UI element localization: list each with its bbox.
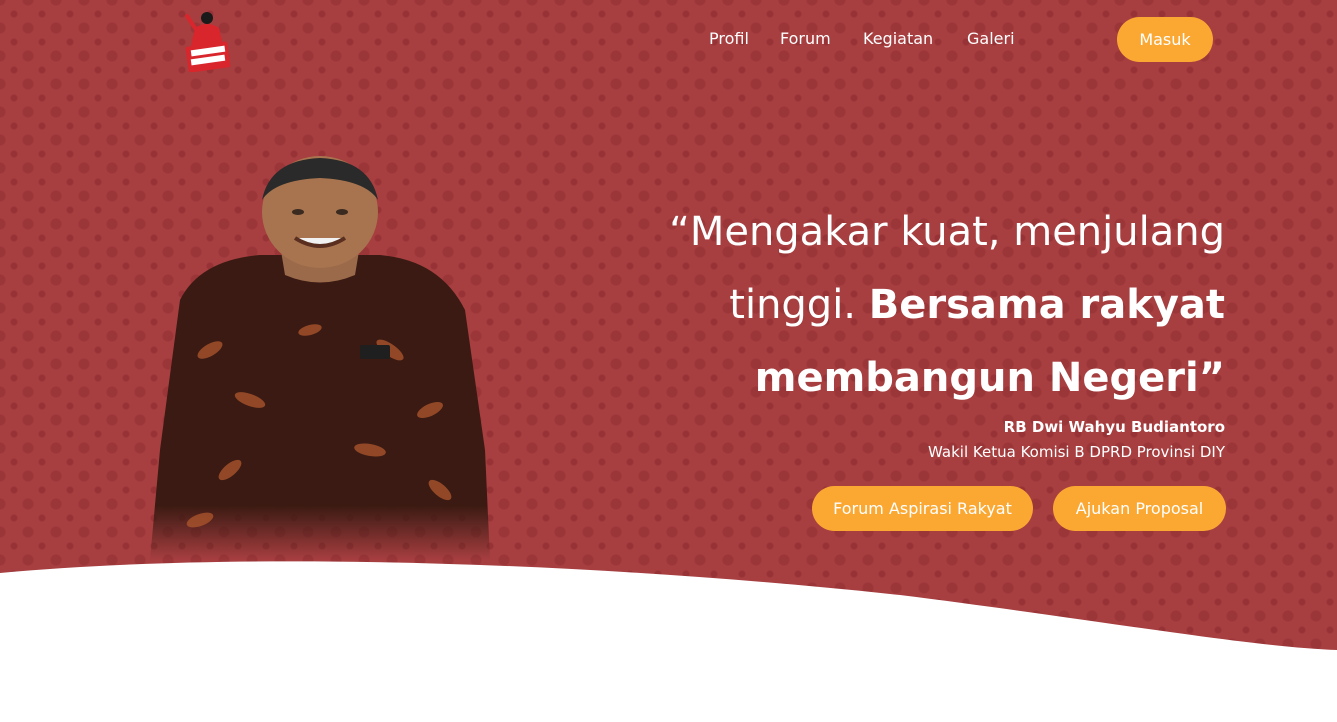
person-role: Wakil Ketua Komisi B DPRD Provinsi DIY: [928, 443, 1225, 461]
forum-aspirasi-button[interactable]: Forum Aspirasi Rakyat: [812, 486, 1033, 531]
hero-quote: “Mengakar kuat, menjulang tinggi. Bersam…: [605, 196, 1225, 415]
login-button[interactable]: Masuk: [1117, 17, 1213, 62]
nav-item-galeri[interactable]: Galeri: [967, 29, 1015, 48]
nav-item-profil[interactable]: Profil: [709, 29, 749, 48]
person-name: RB Dwi Wahyu Budiantoro: [1003, 418, 1225, 436]
nav-item-kegiatan[interactable]: Kegiatan: [863, 29, 933, 48]
ajukan-proposal-button[interactable]: Ajukan Proposal: [1053, 486, 1226, 531]
hero-wave-divider: [0, 561, 1337, 722]
nav-item-forum[interactable]: Forum: [780, 29, 831, 48]
portrait-image: [150, 156, 490, 560]
